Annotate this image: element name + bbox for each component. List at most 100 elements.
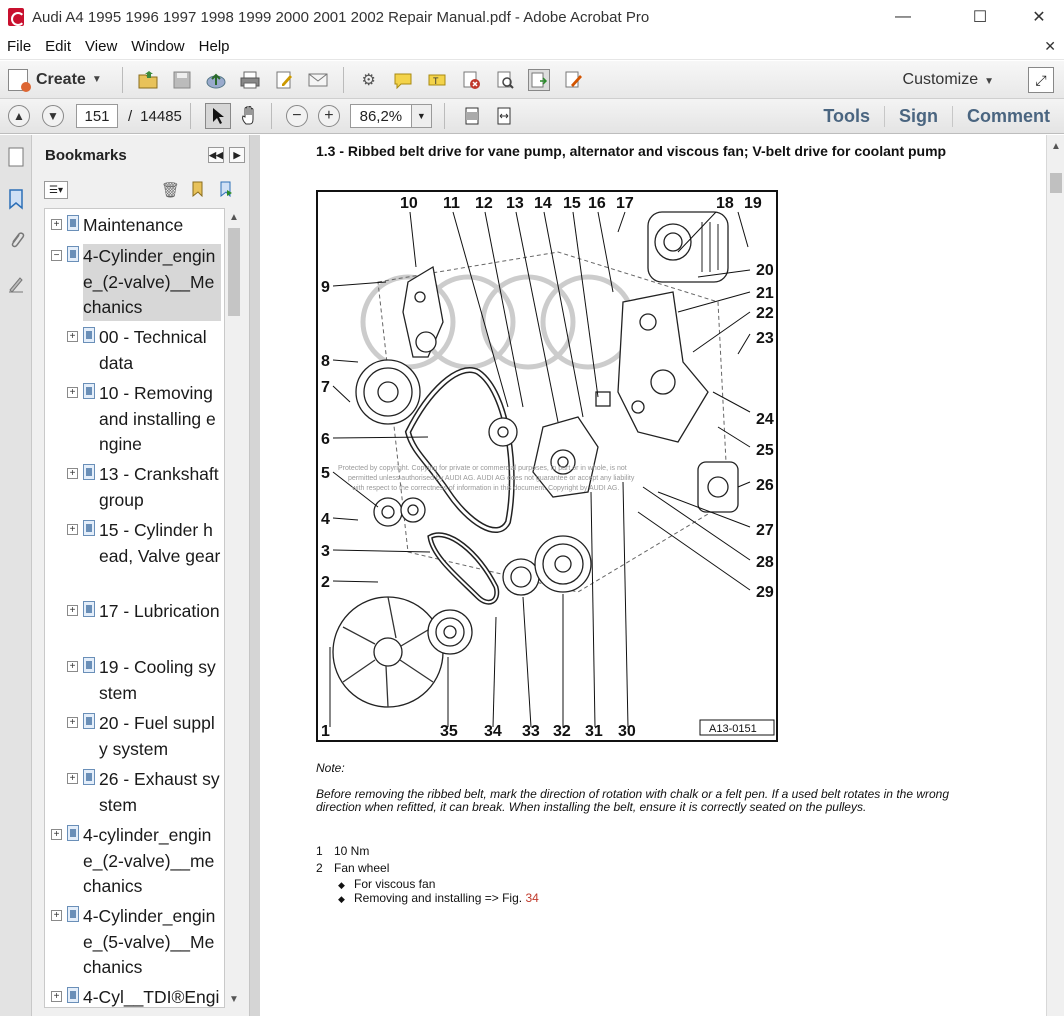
callout-1: 1 (321, 723, 330, 740)
expand-toggle-icon[interactable]: + (67, 773, 78, 784)
scrollbar-thumb[interactable] (228, 228, 240, 316)
menu-view[interactable]: View (78, 38, 124, 55)
hand-tool-icon[interactable] (237, 103, 263, 129)
expand-bookmark-icon[interactable] (218, 181, 234, 201)
figure-callouts-right: 20 21 22 23 24 25 26 27 28 29 (756, 262, 774, 601)
bookmarks-panel: Bookmarks ◀◀ ▶ ☰▾ 🗑 + Maintenance − 4-Cy… (32, 135, 250, 1016)
bookmark-tree: + Maintenance − 4-Cylinder_engine_(2-val… (44, 208, 225, 1008)
gear-icon[interactable]: ⚙ (358, 69, 380, 91)
zoom-dropdown-chevron-icon[interactable]: ▼ (411, 104, 432, 128)
bookmark-options-icon[interactable]: ☰▾ (44, 181, 68, 199)
fit-width-icon[interactable] (491, 103, 517, 129)
email-icon[interactable] (307, 69, 329, 91)
bookmark-4cyl-2valve-mechanics[interactable]: − 4-Cylinder_engine_(2-valve)__Mechanics (51, 244, 221, 321)
print-icon[interactable] (239, 69, 261, 91)
callout-15: 15 (563, 195, 581, 212)
copyright-watermark-1: Protected by copyright. Copying for priv… (338, 465, 627, 472)
bookmark-15-cylinder-head[interactable]: + 15 - Cylinder head, Valve gear (67, 518, 221, 569)
figure-callouts-top: 10 11 12 13 14 15 16 17 18 19 (400, 195, 762, 212)
next-page-button[interactable]: ▼ (42, 105, 64, 127)
expand-toggle-icon[interactable]: + (67, 524, 78, 535)
panel-options-icon[interactable]: ▶ (229, 147, 245, 163)
comment-bubble-icon[interactable] (392, 69, 414, 91)
close-document-button[interactable]: ✕ (1044, 38, 1056, 55)
page-thumbnails-icon[interactable] (5, 145, 27, 169)
scrollbar-thumb[interactable] (1050, 173, 1062, 193)
menu-window[interactable]: Window (124, 38, 191, 55)
bookmark-4cyl-tdi-engine[interactable]: + 4-Cyl__TDI®Engi (51, 985, 221, 1007)
expand-toggle-icon[interactable]: + (67, 661, 78, 672)
figure-callouts-left: 9 8 7 6 5 4 3 2 1 (321, 279, 330, 740)
export-pdf-icon[interactable] (527, 68, 550, 91)
scroll-up-arrow-icon[interactable]: ▲ (1047, 137, 1064, 155)
bookmark-maintenance[interactable]: + Maintenance (51, 213, 221, 239)
viscous-coupling-part (427, 609, 473, 655)
zoom-level-input[interactable]: 86,2% (349, 104, 412, 128)
delete-page-icon[interactable] (460, 69, 482, 91)
open-folder-icon[interactable] (137, 69, 159, 91)
expand-toggle-icon[interactable]: + (67, 468, 78, 479)
attachment-paperclip-icon[interactable] (5, 229, 27, 253)
bookmark-26-exhaust-system[interactable]: + 26 - Exhaust system (67, 767, 221, 818)
upload-cloud-icon[interactable] (205, 69, 227, 91)
figure-id: A13-0151 (709, 723, 757, 735)
edit-document-icon[interactable] (273, 69, 295, 91)
scroll-down-arrow-icon[interactable]: ▼ (225, 990, 243, 1008)
expand-toggle-icon[interactable]: + (67, 605, 78, 616)
maximize-button[interactable]: ☐ (957, 0, 1003, 34)
select-cursor-icon[interactable] (204, 103, 231, 129)
collapse-panel-icon[interactable]: ◀◀ (208, 147, 224, 163)
document-scrollbar[interactable]: ▲ (1046, 135, 1064, 1016)
zoom-in-button[interactable]: + (317, 105, 340, 127)
bookmark-4cyl-5valve-mechanics[interactable]: + 4-Cylinder_engine_(5-valve)__Mechanics (51, 904, 221, 981)
fullscreen-expand-icon[interactable]: ⤢ (1028, 67, 1054, 93)
close-button[interactable]: ✕ (1016, 0, 1062, 34)
bookmark-4cyl-2valve-mechanics-alt[interactable]: + 4-cylinder_engine_(2-valve)__mechanics (51, 823, 221, 900)
highlight-text-icon[interactable]: T (426, 69, 448, 91)
expand-toggle-icon[interactable]: + (51, 219, 62, 230)
fit-page-icon[interactable] (459, 103, 485, 129)
page-number-input[interactable]: 151 (76, 104, 118, 128)
crank-pulley-part (355, 359, 421, 425)
signatures-pen-icon[interactable] (5, 271, 27, 295)
callout-24: 24 (756, 411, 774, 428)
menu-help[interactable]: Help (192, 38, 237, 55)
sign-pen-icon[interactable] (562, 69, 584, 91)
bookmark-20-fuel-supply-system[interactable]: + 20 - Fuel supply system (67, 711, 221, 762)
callout-32: 32 (553, 723, 571, 740)
expand-toggle-icon[interactable]: + (67, 331, 78, 342)
menu-edit[interactable]: Edit (38, 38, 78, 55)
bookmark-17-lubrication[interactable]: + 17 - Lubrication (67, 599, 221, 625)
customize-menu[interactable]: Customize ▼ (903, 71, 994, 89)
bookmark-10-removing-installing-engine[interactable]: + 10 - Removing and installing engine (67, 381, 221, 458)
comment-pane-link[interactable]: Comment (951, 106, 1064, 127)
save-icon[interactable] (171, 69, 193, 91)
search-document-icon[interactable] (494, 69, 516, 91)
tools-pane-link[interactable]: Tools (809, 106, 884, 127)
collapse-toggle-icon[interactable]: − (51, 250, 62, 261)
toolbar-divider (189, 103, 191, 129)
figure-link[interactable]: 34 (525, 891, 538, 905)
panel-splitter[interactable] (250, 135, 260, 1016)
minimize-button[interactable]: — (880, 0, 926, 34)
expand-toggle-icon[interactable]: + (67, 717, 78, 728)
expand-toggle-icon[interactable]: + (51, 829, 62, 840)
section-heading: 1.3 - Ribbed belt drive for vane pump, a… (316, 143, 947, 159)
scroll-up-arrow-icon[interactable]: ▲ (225, 208, 243, 226)
menu-file[interactable]: File (0, 38, 38, 55)
bookmark-00-technical-data[interactable]: + 00 - Technical data (67, 325, 221, 376)
callout-17: 17 (616, 195, 634, 212)
new-bookmark-icon[interactable] (190, 181, 206, 201)
trash-icon[interactable]: 🗑 (161, 181, 180, 199)
bookmarks-scrollbar[interactable]: ▲ ▼ (225, 208, 243, 1008)
expand-toggle-icon[interactable]: + (51, 991, 62, 1002)
zoom-out-button[interactable]: − (285, 105, 308, 127)
previous-page-button[interactable]: ▲ (8, 105, 30, 127)
sign-pane-link[interactable]: Sign (883, 106, 952, 127)
bookmark-13-crankshaft-group[interactable]: + 13 - Crankshaft group (67, 462, 221, 513)
expand-toggle-icon[interactable]: + (51, 910, 62, 921)
bookmark-icon[interactable] (5, 187, 27, 211)
create-button[interactable]: Create ▼ (8, 68, 102, 92)
bookmark-19-cooling-system[interactable]: + 19 - Cooling system (67, 655, 221, 706)
expand-toggle-icon[interactable]: + (67, 387, 78, 398)
